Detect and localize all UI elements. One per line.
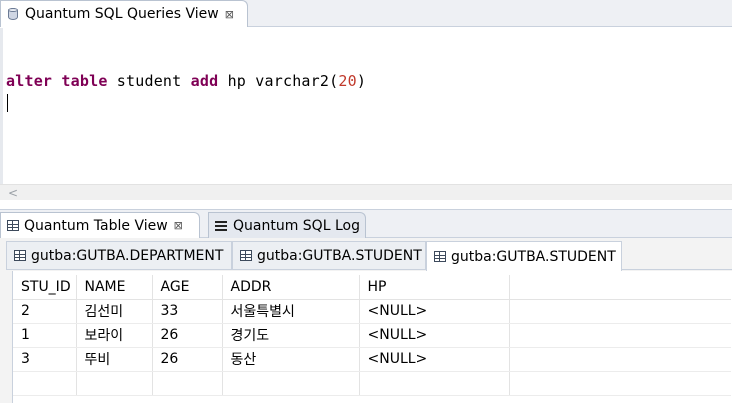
table-view-panel: Quantum Table View ⊠ Quantum SQL Log gut… xyxy=(0,209,732,403)
result-tab-label: gutba:GUTBA.STUDENT xyxy=(451,248,616,265)
table-row[interactable]: 3 뚜비 26 동산 <NULL> xyxy=(13,347,731,372)
grid-icon xyxy=(434,251,446,262)
sql-keyword: add xyxy=(190,72,219,90)
table-cell[interactable]: 26 xyxy=(152,323,223,348)
sql-keyword: table xyxy=(61,72,108,90)
sql-type: varchar2( xyxy=(255,72,339,90)
column-header[interactable]: ADDR xyxy=(222,275,360,300)
tab-quantum-sql-log[interactable]: Quantum SQL Log xyxy=(208,212,366,238)
tab-label: Quantum SQL Queries View xyxy=(25,6,219,22)
result-tab-student[interactable]: gutba:GUTBA.STUDENT xyxy=(232,241,426,269)
sql-queries-view: Quantum SQL Queries View ⊠ alter table s… xyxy=(0,0,732,207)
table-cell[interactable]: 동산 xyxy=(222,347,360,372)
table-cell-empty xyxy=(222,371,360,396)
table-cell[interactable]: <NULL> xyxy=(359,299,510,324)
table-cell[interactable]: <NULL> xyxy=(359,347,510,372)
text-caret xyxy=(7,94,8,112)
table-cell-empty xyxy=(509,371,731,396)
table-cell[interactable]: 보라이 xyxy=(76,323,153,348)
result-tab-label: gutba:GUTBA.STUDENT xyxy=(257,247,422,264)
table-cell[interactable]: <NULL> xyxy=(359,323,510,348)
table-cell[interactable]: 33 xyxy=(152,299,223,324)
horizontal-scrollbar[interactable]: < xyxy=(0,184,732,200)
table-cell-empty xyxy=(13,371,77,396)
grid-icon xyxy=(240,250,252,261)
column-header-empty xyxy=(509,275,731,300)
table-cell[interactable]: 서울특별시 xyxy=(222,299,360,324)
table-cell[interactable]: 3 xyxy=(13,347,77,372)
table-cell-empty xyxy=(359,371,510,396)
sql-identifier: student xyxy=(116,72,182,90)
table-cell-empty xyxy=(76,371,153,396)
sql-statement: alter table student add hp varchar2(20) xyxy=(6,72,366,90)
table-cell[interactable]: 김선미 xyxy=(76,299,153,324)
tab-quantum-table-view[interactable]: Quantum Table View ⊠ xyxy=(0,212,200,238)
database-icon xyxy=(5,6,21,22)
table-cell[interactable]: 1 xyxy=(13,323,77,348)
table-view-tabbar: Quantum Table View ⊠ Quantum SQL Log xyxy=(0,210,732,238)
result-tabbar: gutba:GUTBA.DEPARTMENT gutba:GUTBA.STUDE… xyxy=(6,240,732,271)
grid-icon xyxy=(14,250,26,261)
table-cell[interactable]: 뚜비 xyxy=(76,347,153,372)
scroll-left-arrow-icon[interactable]: < xyxy=(8,186,18,200)
result-table: STU_ID NAME AGE ADDR HP 2 김선미 33 서울특별시 <… xyxy=(13,275,731,396)
table-row[interactable]: 2 김선미 33 서울특별시 <NULL> xyxy=(13,299,731,324)
table-cell[interactable]: 2 xyxy=(13,299,77,324)
column-header[interactable]: STU_ID xyxy=(13,275,77,300)
sql-number: 20 xyxy=(338,72,357,90)
sql-queries-tabbar: Quantum SQL Queries View ⊠ xyxy=(0,0,732,27)
table-cell-empty xyxy=(509,299,731,324)
result-tab-student-active[interactable]: gutba:GUTBA.STUDENT xyxy=(426,241,622,271)
result-table-area[interactable]: STU_ID NAME AGE ADDR HP 2 김선미 33 서울특별시 <… xyxy=(12,271,732,403)
grid-icon xyxy=(7,220,19,231)
sql-editor[interactable]: alter table student add hp varchar2(20) xyxy=(0,28,732,184)
column-header[interactable]: NAME xyxy=(76,275,153,300)
sql-identifier: hp xyxy=(227,72,247,90)
table-header-row: STU_ID NAME AGE ADDR HP xyxy=(13,275,731,300)
table-row[interactable]: 1 보라이 26 경기도 <NULL> xyxy=(13,323,731,348)
column-header[interactable]: AGE xyxy=(152,275,223,300)
result-tab-label: gutba:GUTBA.DEPARTMENT xyxy=(31,247,224,264)
table-cell[interactable]: 경기도 xyxy=(222,323,360,348)
table-cell-empty xyxy=(509,323,731,348)
tab-label: Quantum SQL Log xyxy=(233,217,360,234)
column-header[interactable]: HP xyxy=(359,275,510,300)
log-list-icon xyxy=(215,220,227,231)
table-cell-empty xyxy=(509,347,731,372)
table-cell[interactable]: 26 xyxy=(152,347,223,372)
table-row-empty xyxy=(13,371,731,396)
table-cell-empty xyxy=(152,371,223,396)
tab-label: Quantum Table View xyxy=(24,217,168,234)
sql-keyword: alter xyxy=(6,72,53,90)
close-icon[interactable]: ⊠ xyxy=(174,219,183,232)
close-icon[interactable]: ⊠ xyxy=(225,8,234,21)
sql-paren: ) xyxy=(356,72,367,90)
result-tab-department[interactable]: gutba:GUTBA.DEPARTMENT xyxy=(6,241,232,269)
tab-quantum-sql-queries-view[interactable]: Quantum SQL Queries View ⊠ xyxy=(0,0,248,27)
